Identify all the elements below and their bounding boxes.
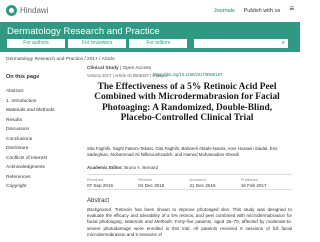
editor-label: Academic Editor: <box>87 165 124 170</box>
for-authors-button[interactable]: For authors <box>7 39 65 48</box>
sidebar-item-acknowledgments[interactable]: Acknowledgments <box>6 163 64 173</box>
nav-journals[interactable]: Journals <box>214 8 235 14</box>
abstract-background-label: Background. <box>87 207 113 212</box>
abstract-text: Background. Tretinoin has been shown to … <box>87 207 292 238</box>
article-type-line: Clinical Study | Open Access <box>87 66 151 71</box>
article-title: The Effectiveness of a 5% Retinoic Acid … <box>94 82 280 123</box>
date-value: 04 Dec 2016 <box>138 183 165 188</box>
sidebar-item-copyright[interactable]: Copyright <box>6 182 64 192</box>
for-editors-button[interactable]: For editors <box>129 39 188 48</box>
date-published: Published 16 Feb 2017 <box>241 175 292 189</box>
publication-dates: Received 07 Sep 2016 Revised 04 Dec 2016… <box>87 174 292 190</box>
nav-publish-with-us[interactable]: Publish with us <box>244 8 281 14</box>
date-label: Revised <box>138 177 153 182</box>
sidebar-item-abstract[interactable]: Abstract <box>6 87 64 97</box>
author-list[interactable]: Sita Faghihi, Saghi Fatemi-Tabaei, Gita … <box>87 146 292 158</box>
doi-link[interactable]: https://doi.org/10.1155/2017/8506187 <box>153 72 222 77</box>
sidebar-item-materials-methods[interactable]: Materials and Methods <box>6 106 64 116</box>
sidebar-item-results[interactable]: Results <box>6 116 64 126</box>
for-reviewers-button[interactable]: For reviewers <box>68 39 127 48</box>
search-input[interactable]: ⌕ <box>194 39 288 48</box>
date-value: 16 Feb 2017 <box>240 183 267 188</box>
article-main: Clinical Study | Open Access Volume 2017… <box>87 66 292 237</box>
breadcrumb[interactable]: Dermatology Research and Practice / 2017… <box>6 57 115 62</box>
sidebar-list: Abstract 1. Introduction Materials and M… <box>6 87 64 192</box>
hindawi-logo-icon <box>6 5 17 16</box>
sidebar-item-discussion[interactable]: Discussion <box>6 125 64 135</box>
date-value: 21 Dec 2016 <box>189 183 216 188</box>
hamburger-icon[interactable]: ≡ <box>289 5 294 14</box>
sidebar: On this page Abstract 1. Introduction Ma… <box>0 69 68 239</box>
sidebar-item-references[interactable]: References <box>6 173 64 183</box>
abstract-methods-label: Materials and Methods. <box>124 219 173 225</box>
article-type: Clinical Study <box>87 66 119 71</box>
sidebar-item-disclosure[interactable]: Disclosure <box>6 144 64 154</box>
date-revised: Revised 04 Dec 2016 <box>138 175 189 189</box>
journal-title[interactable]: Dermatology Research and Practice <box>7 26 160 37</box>
search-icon[interactable]: ⌕ <box>282 40 285 47</box>
sidebar-item-conclusions[interactable]: Conclusions <box>6 135 64 145</box>
abstract-heading: Abstract <box>87 198 110 204</box>
top-bar: Hindawi Journals Publish with us ≡ <box>0 0 300 22</box>
editor-name[interactable]: Bruno A. Bernard <box>124 165 158 170</box>
journal-banner: Dermatology Research and Practice For au… <box>0 22 300 52</box>
academic-editor: Academic Editor: Bruno A. Bernard <box>87 165 158 170</box>
sidebar-item-conflicts[interactable]: Conflicts of Interest <box>6 154 64 164</box>
top-nav: Journals Publish with us ≡ <box>214 5 294 15</box>
date-value: 07 Sep 2016 <box>87 183 114 188</box>
date-received: Received 07 Sep 2016 <box>87 175 138 189</box>
date-label: Published <box>240 177 258 182</box>
date-label: Accepted <box>189 177 206 182</box>
sidebar-item-introduction[interactable]: 1. Introduction <box>6 97 64 107</box>
open-access-label: Open Access <box>122 66 151 71</box>
role-buttons: For authors For reviewers For editors <box>7 39 188 48</box>
logo-text: Hindawi <box>20 6 49 15</box>
hindawi-logo[interactable]: Hindawi <box>6 5 48 16</box>
sidebar-title: On this page <box>6 74 40 80</box>
date-label: Received <box>87 177 104 182</box>
date-accepted: Accepted 21 Dec 2016 <box>190 175 241 189</box>
